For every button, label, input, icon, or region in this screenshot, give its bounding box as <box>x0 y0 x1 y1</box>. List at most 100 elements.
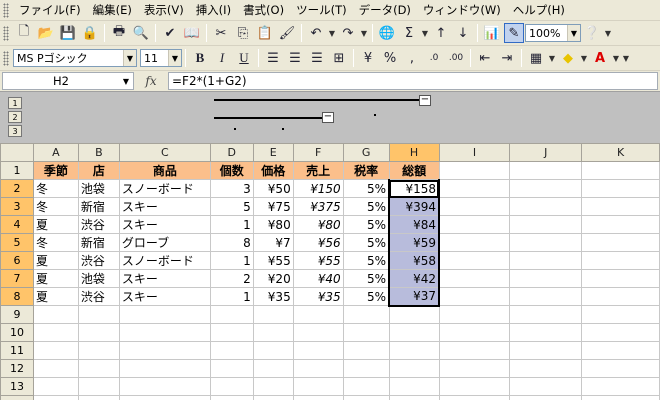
cell[interactable] <box>209 377 254 396</box>
cell[interactable]: 1 <box>209 287 254 306</box>
cell[interactable]: スノーボード <box>118 251 211 270</box>
menu-insert[interactable]: 挿入(I) <box>190 1 237 19</box>
cell[interactable]: スキー <box>118 287 211 306</box>
toolbar-grip[interactable] <box>3 25 9 41</box>
permission-icon[interactable]: 🔒 <box>80 23 100 43</box>
cell[interactable]: ¥20 <box>252 269 294 288</box>
cell[interactable] <box>438 395 511 400</box>
format-painter-icon[interactable]: 🖌 <box>277 23 297 43</box>
cell[interactable] <box>388 323 440 342</box>
cell[interactable]: スキー <box>118 269 211 288</box>
cell[interactable]: スノーボード <box>118 179 211 198</box>
cell[interactable] <box>509 395 583 400</box>
row-header[interactable]: 13 <box>0 377 34 396</box>
header-cell[interactable]: 店 <box>77 161 120 180</box>
cell[interactable] <box>32 359 79 378</box>
menu-file[interactable]: ファイル(F) <box>13 1 87 19</box>
row-header[interactable]: 11 <box>0 341 34 360</box>
chart-wizard-icon[interactable]: 📊 <box>482 23 502 43</box>
cell[interactable] <box>581 359 660 378</box>
cell[interactable]: 5% <box>342 287 390 306</box>
header-cell[interactable]: 売上 <box>292 161 344 180</box>
cell[interactable] <box>388 377 440 396</box>
cell[interactable]: 2 <box>209 269 254 288</box>
research-icon[interactable]: 📖 <box>182 23 202 43</box>
name-box[interactable]: H2 ▼ <box>2 72 134 90</box>
redo-dropdown-icon[interactable]: ▼ <box>359 29 369 38</box>
cell[interactable]: 5 <box>209 197 254 216</box>
cell[interactable]: 3 <box>209 179 254 198</box>
cell[interactable]: 1 <box>209 215 254 234</box>
cell[interactable] <box>509 215 583 234</box>
cell[interactable] <box>581 269 660 288</box>
cell[interactable]: 渋谷 <box>77 287 120 306</box>
borders-icon[interactable]: ▦ <box>526 48 546 68</box>
header-cell[interactable]: 価格 <box>252 161 294 180</box>
cell[interactable] <box>292 359 344 378</box>
cell[interactable]: 池袋 <box>77 269 120 288</box>
menu-tools[interactable]: ツール(T) <box>290 1 353 19</box>
cell[interactable]: 5% <box>342 179 390 198</box>
cell[interactable] <box>581 161 660 180</box>
cell[interactable] <box>118 341 211 360</box>
column-header[interactable]: A <box>32 143 79 162</box>
increase-decimal-icon[interactable]: .0 <box>424 48 444 68</box>
cell[interactable] <box>581 287 660 306</box>
active-cell[interactable]: ¥158 <box>388 179 441 198</box>
cell[interactable]: ¥80 <box>252 215 294 234</box>
cell[interactable] <box>32 323 79 342</box>
header-cell[interactable]: 個数 <box>209 161 254 180</box>
cell[interactable] <box>209 305 254 324</box>
column-header[interactable]: C <box>118 143 211 162</box>
menu-window[interactable]: ウィンドウ(W) <box>417 1 507 19</box>
cell[interactable] <box>581 197 660 216</box>
underline-icon[interactable]: U <box>234 48 254 68</box>
cell[interactable] <box>118 305 211 324</box>
cell[interactable] <box>77 377 120 396</box>
cell[interactable] <box>252 305 294 324</box>
cell[interactable] <box>209 395 254 400</box>
header-cell[interactable]: 税率 <box>342 161 390 180</box>
italic-icon[interactable]: I <box>212 48 232 68</box>
cell[interactable]: 冬 <box>32 179 79 198</box>
cell[interactable] <box>438 161 511 180</box>
cell[interactable] <box>581 341 660 360</box>
cell[interactable] <box>252 341 294 360</box>
copy-icon[interactable]: ⎘ <box>233 23 253 43</box>
cell[interactable] <box>438 269 511 288</box>
cell[interactable] <box>438 323 511 342</box>
row-header-selected[interactable]: 3 <box>0 197 34 216</box>
cell[interactable] <box>252 323 294 342</box>
row-header[interactable]: 12 <box>0 359 34 378</box>
cell[interactable] <box>292 377 344 396</box>
cell[interactable] <box>581 251 660 270</box>
cell[interactable] <box>509 359 583 378</box>
selected-cell[interactable]: ¥394 <box>388 197 441 216</box>
drawing-icon[interactable]: ✎ <box>504 23 524 43</box>
header-cell[interactable]: 総額 <box>388 161 440 180</box>
cell[interactable]: ¥80 <box>292 215 344 234</box>
cell[interactable] <box>252 377 294 396</box>
outline-level-1-button[interactable]: 1 <box>8 97 22 109</box>
undo-icon[interactable]: ↶ <box>306 23 326 43</box>
cell[interactable] <box>509 251 583 270</box>
cell[interactable] <box>581 305 660 324</box>
cell[interactable] <box>342 395 390 400</box>
cell[interactable] <box>292 395 344 400</box>
cell[interactable]: ¥40 <box>292 269 344 288</box>
increase-indent-icon[interactable]: ⇥ <box>497 48 517 68</box>
cell[interactable] <box>342 341 390 360</box>
header-cell[interactable]: 商品 <box>118 161 211 180</box>
cell[interactable] <box>388 305 440 324</box>
cell[interactable] <box>438 233 511 252</box>
cell[interactable] <box>438 287 511 306</box>
cell[interactable]: 渋谷 <box>77 215 120 234</box>
cell[interactable] <box>209 359 254 378</box>
cell[interactable] <box>77 341 120 360</box>
cell[interactable]: ¥55 <box>292 251 344 270</box>
decrease-indent-icon[interactable]: ⇤ <box>475 48 495 68</box>
cell[interactable] <box>509 233 583 252</box>
align-right-icon[interactable]: ☰ <box>307 48 327 68</box>
selected-cell[interactable]: ¥42 <box>388 269 441 288</box>
toolbar-options-icon[interactable]: ▼ <box>603 29 613 38</box>
